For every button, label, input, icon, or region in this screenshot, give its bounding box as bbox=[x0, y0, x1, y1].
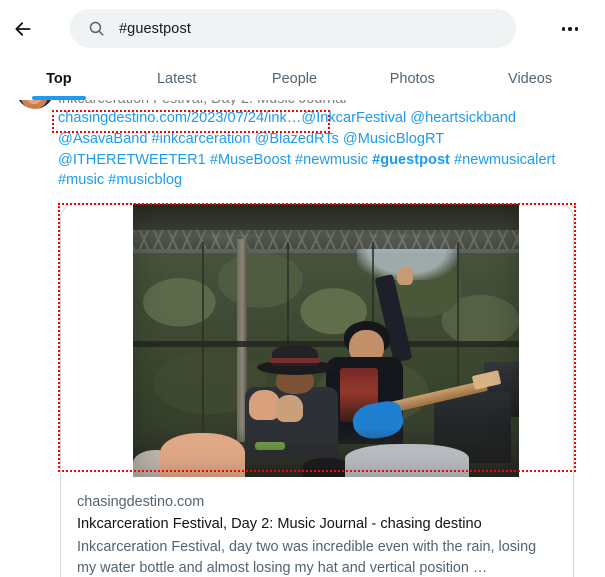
link-preview-card[interactable]: chasingdestino.com Inkcarceration Festiv… bbox=[60, 203, 574, 577]
tab-active-indicator bbox=[31, 96, 86, 100]
tab-people-label: People bbox=[271, 71, 318, 87]
tweet-line2: @AsavaBand #inkcarceration @BlazedRTs @M… bbox=[58, 130, 444, 147]
tweet-text: chasingdestino.com/2023/07/24/ink…@Inkca… bbox=[58, 108, 570, 191]
tab-latest[interactable]: Latest bbox=[118, 58, 236, 100]
search-results-timeline[interactable]: Inkcarceration Festival, Day 2: Music Jo… bbox=[0, 97, 589, 577]
tab-people[interactable]: People bbox=[236, 58, 354, 100]
twitter-search-app: #guestpost Top Latest People Photos Vide… bbox=[0, 0, 605, 577]
link-preview-text: chasingdestino.com Inkcarceration Festiv… bbox=[61, 478, 573, 577]
search-input[interactable]: #guestpost bbox=[70, 9, 516, 48]
tab-top[interactable]: Top bbox=[0, 58, 118, 100]
tab-latest-label: Latest bbox=[156, 71, 197, 87]
search-tabs: Top Latest People Photos Videos bbox=[0, 58, 589, 100]
tab-photos[interactable]: Photos bbox=[353, 58, 471, 100]
tweet-external-link[interactable]: chasingdestino.com/2023/07/24/ink… bbox=[58, 110, 301, 126]
tweet-highlight-hashtag[interactable]: #guestpost bbox=[372, 152, 450, 168]
tweet-line3-prefix: @ITHERETWEETER1 #MuseBoost #newmusic bbox=[58, 151, 373, 168]
link-preview-description: Inkcarceration Festival, day two was inc… bbox=[77, 539, 537, 576]
link-preview-domain: chasingdestino.com bbox=[77, 494, 205, 510]
tab-videos-label: Videos bbox=[508, 71, 553, 87]
tab-videos[interactable]: Videos bbox=[471, 58, 589, 100]
link-preview-image[interactable] bbox=[133, 204, 519, 477]
concert-photo bbox=[133, 204, 519, 477]
tab-photos-label: Photos bbox=[389, 71, 435, 87]
tab-top-label: Top bbox=[46, 71, 72, 87]
back-button[interactable] bbox=[4, 10, 42, 48]
search-icon bbox=[87, 20, 105, 38]
search-input-value: #guestpost bbox=[119, 20, 191, 37]
arrow-left-icon bbox=[13, 19, 33, 39]
link-preview-title: Inkcarceration Festival, Day 2: Music Jo… bbox=[77, 516, 482, 532]
ellipsis-horizontal-icon bbox=[561, 27, 579, 31]
more-options-button[interactable] bbox=[553, 12, 587, 46]
top-bar: #guestpost bbox=[0, 0, 605, 58]
tweet-line1-rest: @InkcarFestival @heartsickband bbox=[301, 110, 516, 126]
